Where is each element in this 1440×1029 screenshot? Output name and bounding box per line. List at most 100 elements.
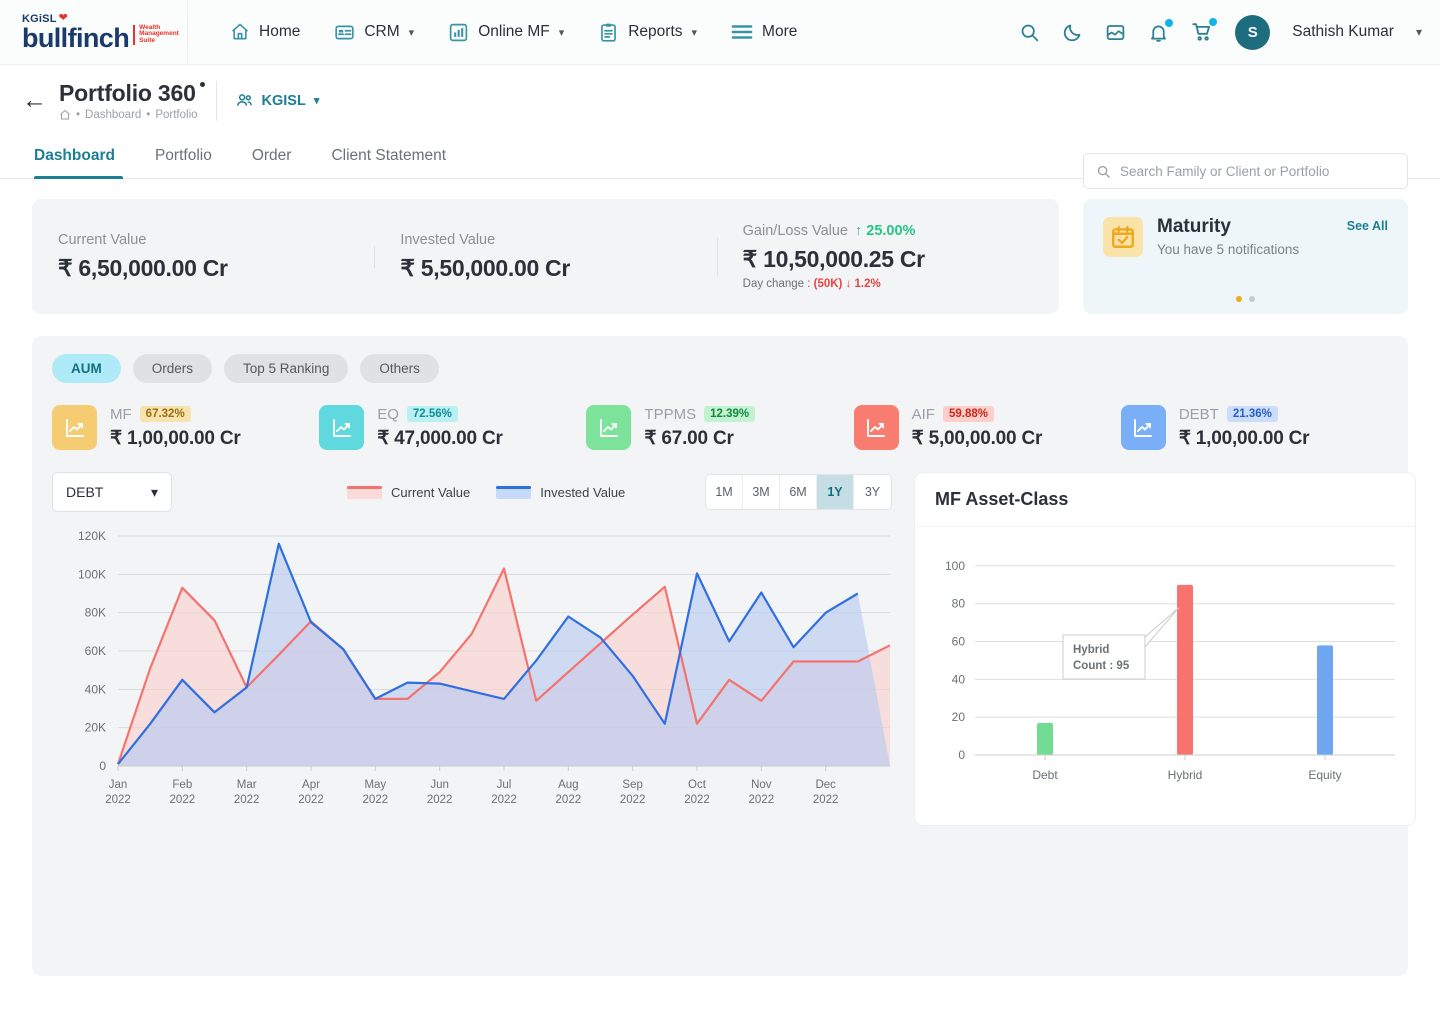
metric-card-aif[interactable]: AIF 59.88% ₹ 5,00,00.00 Cr <box>853 405 1121 450</box>
avatar[interactable]: S <box>1235 14 1271 50</box>
nav-item-home-label: Home <box>259 23 301 40</box>
cart-badge <box>1209 18 1218 26</box>
breadcrumb-sep: • <box>146 109 151 122</box>
asset-class-select[interactable]: DEBT ▾ <box>52 472 172 512</box>
metric-card-debt[interactable]: DEBT 21.36% ₹ 1,00,00.00 Cr <box>1120 405 1388 450</box>
svg-text:2022: 2022 <box>427 794 453 806</box>
chevron-down-icon: ▾ <box>408 26 415 39</box>
nav-item-reports[interactable]: Reports ▾ <box>598 22 697 43</box>
chart-controls: DEBT ▾ Current Value Invested Value 1M 3 <box>52 472 892 512</box>
carousel-dot-2[interactable] <box>1249 296 1255 302</box>
search-icon[interactable] <box>1019 22 1040 43</box>
nav-item-home[interactable]: Home <box>230 22 300 42</box>
chip-aum[interactable]: AUM <box>52 354 121 383</box>
brand-tag-line3: Suite <box>139 37 155 45</box>
svg-text:Aug: Aug <box>558 779 578 791</box>
range-6m[interactable]: 6M <box>780 475 817 509</box>
svg-text:2022: 2022 <box>684 794 710 806</box>
metric-card-eq[interactable]: EQ 72.56% ₹ 47,000.00 Cr <box>319 405 586 450</box>
title-dot-indicator <box>199 81 205 87</box>
svg-text:Hybrid: Hybrid <box>1073 644 1109 656</box>
nav-item-online-mf[interactable]: Online MF ▾ <box>448 22 564 43</box>
day-change-row: Day change : (50K) ↓ 1.2% <box>743 278 1033 290</box>
carousel-dot-1[interactable] <box>1236 296 1242 302</box>
metric-value: ₹ 47,000.00 Cr <box>377 427 503 449</box>
maturity-card: Maturity You have 5 notifications See Al… <box>1083 199 1408 314</box>
trend-icon <box>1120 405 1166 450</box>
chip-orders[interactable]: Orders <box>132 354 213 383</box>
svg-text:2022: 2022 <box>234 794 260 806</box>
page-title: Portfolio 360 <box>59 79 205 106</box>
range-3m[interactable]: 3M <box>743 475 780 509</box>
svg-text:2022: 2022 <box>170 794 196 806</box>
chip-others[interactable]: Others <box>360 354 439 383</box>
search-bar[interactable] <box>1083 153 1408 189</box>
svg-text:0: 0 <box>958 748 965 762</box>
crm-card-icon <box>334 22 355 43</box>
nav-item-crm[interactable]: CRM ▾ <box>334 22 414 43</box>
search-input[interactable] <box>1120 163 1395 179</box>
legend-item-invested-value[interactable]: Invested Value <box>496 485 625 500</box>
svg-text:Nov: Nov <box>751 779 772 791</box>
svg-text:80K: 80K <box>85 606 106 620</box>
back-button[interactable]: ← <box>22 88 47 113</box>
nav-item-online-mf-label: Online MF <box>478 23 550 40</box>
tab-client-statement[interactable]: Client Statement <box>311 137 466 178</box>
tab-order[interactable]: Order <box>232 137 312 178</box>
inbox-icon[interactable] <box>1105 22 1126 43</box>
chevron-down-icon[interactable]: ▾ <box>1416 25 1422 39</box>
top-navigation-bar: KGiSL ❤ bullfinch Wealth Management Suit… <box>0 0 1440 65</box>
breadcrumb-item-dashboard[interactable]: Dashboard <box>85 109 141 121</box>
people-icon <box>235 91 254 110</box>
svg-text:100K: 100K <box>78 567 106 581</box>
trend-icon <box>853 405 899 450</box>
nav-item-more[interactable]: More <box>731 23 797 41</box>
svg-text:20: 20 <box>952 710 966 724</box>
svg-text:80: 80 <box>952 597 966 611</box>
svg-text:2022: 2022 <box>298 794 324 806</box>
top-nav-actions: S Sathish Kumar ▾ <box>1019 14 1422 50</box>
user-name-label: Sathish Kumar <box>1292 23 1394 40</box>
svg-text:2022: 2022 <box>620 794 646 806</box>
tab-portfolio[interactable]: Portfolio <box>135 137 232 178</box>
search-icon <box>1096 164 1111 179</box>
asset-class-select-value: DEBT <box>66 484 104 500</box>
chart-legend: Current Value Invested Value <box>347 485 625 500</box>
svg-text:Hybrid: Hybrid <box>1168 768 1203 782</box>
home-icon[interactable] <box>59 109 71 121</box>
mf-asset-class-chart[interactable]: 0 20 40 60 80 100 Debt Hybrid Equity Hybrid Count … <box>915 527 1415 819</box>
svg-text:Jul: Jul <box>497 779 512 791</box>
range-3y[interactable]: 3Y <box>854 475 891 509</box>
cart-icon[interactable] <box>1191 18 1218 43</box>
metric-value: ₹ 1,00,00.00 Cr <box>1178 427 1310 449</box>
page-title-text: Portfolio 360 <box>59 79 196 106</box>
metric-name: TPPMS <box>644 405 697 423</box>
brand-logo[interactable]: KGiSL ❤ bullfinch Wealth Management Suit… <box>0 0 188 65</box>
org-selector[interactable]: KGISL ▾ <box>235 91 319 110</box>
area-chart-section: DEBT ▾ Current Value Invested Value 1M 3 <box>52 472 892 826</box>
svg-text:Apr: Apr <box>302 779 320 791</box>
main-menu: Home CRM ▾ Online MF ▾ Reports ▾ More <box>230 22 797 43</box>
tab-dashboard[interactable]: Dashboard <box>22 137 135 179</box>
see-all-link[interactable]: See All <box>1347 219 1388 233</box>
range-1m[interactable]: 1M <box>706 475 743 509</box>
svg-text:100: 100 <box>945 559 965 573</box>
moon-icon[interactable] <box>1062 22 1083 43</box>
legend-item-current-value[interactable]: Current Value <box>347 485 470 500</box>
metric-card-tppms[interactable]: TPPMS 12.39% ₹ 67.00 Cr <box>586 405 853 450</box>
svg-text:20K: 20K <box>85 721 106 735</box>
bell-icon[interactable] <box>1148 18 1174 43</box>
current-value-cell: Current Value ₹ 6,50,000.00 Cr <box>32 232 374 282</box>
invested-value-label: Invested Value <box>400 231 496 248</box>
maturity-title: Maturity <box>1157 216 1231 237</box>
portfolio-area-chart[interactable]: 0 20K 40K 60K 80K 100K 120K Jan 2022 Feb 2022 Mar 20… <box>52 526 892 826</box>
chip-top-5-ranking[interactable]: Top 5 Ranking <box>224 354 349 383</box>
metric-card-mf[interactable]: MF 67.32% ₹ 1,00,00.00 Cr <box>52 405 319 450</box>
trend-icon <box>52 405 97 450</box>
calendar-check-icon <box>1103 217 1143 257</box>
carousel-dots[interactable] <box>1083 296 1408 302</box>
svg-text:Mar: Mar <box>237 779 257 791</box>
range-1y[interactable]: 1Y <box>817 475 854 509</box>
day-change-label: Day change : <box>742 278 811 290</box>
breadcrumb-item-portfolio[interactable]: Portfolio <box>155 109 197 121</box>
